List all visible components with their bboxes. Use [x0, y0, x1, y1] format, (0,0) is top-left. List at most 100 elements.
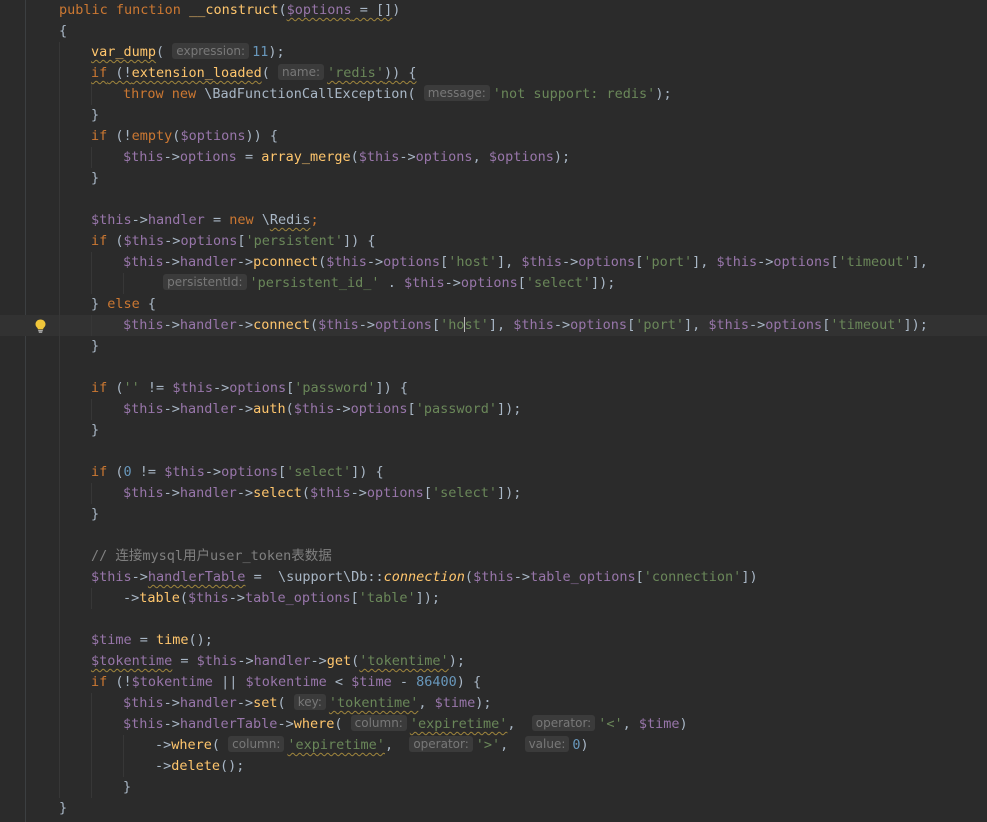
code-text: ->table($this->table_options['table']);	[123, 588, 440, 609]
code-token: ]);	[496, 485, 522, 501]
code-token: $this	[293, 401, 335, 417]
code-token: if	[91, 464, 116, 480]
code-line[interactable]: throw new \BadFunctionCallException( mes…	[0, 84, 987, 105]
code-token: )	[679, 716, 688, 732]
code-token: 'persistent_id_'	[249, 275, 380, 291]
code-token: $time	[351, 674, 392, 690]
code-token: ]) {	[351, 464, 384, 480]
code-token: 'port'	[635, 317, 684, 333]
code-token: pconnect	[253, 254, 319, 270]
code-line[interactable]: $this->options = array_merge($this->opti…	[0, 147, 987, 168]
code-token: (	[277, 695, 294, 711]
code-token: __construct	[189, 2, 279, 18]
code-line[interactable]: ->where( column:'expiretime', operator: '…	[0, 735, 987, 756]
code-line[interactable]: }	[0, 336, 987, 357]
code-text: }	[91, 105, 99, 126]
code-token: ->	[366, 254, 384, 270]
code-line[interactable]: var_dump( expression: 11);	[0, 42, 987, 63]
code-token: options	[229, 380, 287, 396]
indent-guide	[59, 399, 60, 420]
code-line[interactable]	[0, 189, 987, 210]
code-token: ,	[622, 716, 639, 732]
code-line[interactable]: $this->handlerTable->where( column:'expi…	[0, 714, 987, 735]
code-token: handler	[179, 317, 237, 333]
code-token: $this	[123, 149, 164, 165]
code-line[interactable]	[0, 441, 987, 462]
indent-guide	[59, 735, 60, 756]
code-line[interactable]: ->delete();	[0, 756, 987, 777]
code-token: options	[180, 233, 238, 249]
code-line[interactable]: {	[0, 21, 987, 42]
code-line[interactable]: }	[0, 777, 987, 798]
code-line[interactable]: $this->handlerTable = \support\Db::conne…	[0, 567, 987, 588]
code-line[interactable]: } else {	[0, 294, 987, 315]
code-text: ->where( column:'expiretime', operator: '…	[155, 735, 589, 756]
code-token: options	[383, 254, 441, 270]
code-line[interactable]: }	[0, 168, 987, 189]
code-token: if	[91, 233, 116, 249]
code-text: }	[91, 420, 99, 441]
code-line[interactable]	[0, 357, 987, 378]
code-token: function	[115, 2, 190, 18]
code-line[interactable]: persistentId:'persistent_id_' . $this->o…	[0, 273, 987, 294]
code-token: [	[635, 569, 644, 585]
code-line[interactable]: if (!extension_loaded( name:'redis')) {	[0, 63, 987, 84]
code-line[interactable]: }	[0, 504, 987, 525]
code-token: options	[460, 275, 518, 291]
code-line[interactable]: // 连接mysql用户user_token表数据	[0, 546, 987, 567]
code-line[interactable]: }	[0, 105, 987, 126]
indent-guide	[91, 147, 92, 168]
code-token: where	[293, 716, 335, 732]
code-token: (!	[115, 128, 132, 144]
code-token: $this	[473, 569, 514, 585]
code-line[interactable]: $this->handler->auth($this->options['pas…	[0, 399, 987, 420]
code-line[interactable]: ->table($this->table_options['table']);	[0, 588, 987, 609]
code-line[interactable]: if (0 != $this->options['select']) {	[0, 462, 987, 483]
code-token: =	[245, 569, 278, 585]
parameter-hint: persistentId:	[163, 274, 247, 290]
code-line[interactable]: $time = time();	[0, 630, 987, 651]
code-line[interactable]: }	[0, 798, 987, 819]
code-line[interactable]	[0, 609, 987, 630]
code-token: ],	[911, 254, 928, 270]
code-token: ->	[155, 758, 172, 774]
code-line[interactable]: if (!$tokentime || $tokentime < $time - …	[0, 672, 987, 693]
code-line[interactable]: if ('' != $this->options['password']) {	[0, 378, 987, 399]
code-line[interactable]: $tokentime = $this->handler->get('tokent…	[0, 651, 987, 672]
code-token: ->	[131, 212, 148, 228]
code-token: 'select'	[286, 464, 352, 480]
code-text: $this->handlerTable = \support\Db::conne…	[91, 567, 758, 588]
code-token: );	[448, 653, 465, 669]
code-token: [	[278, 464, 287, 480]
code-line[interactable]: }	[0, 420, 987, 441]
code-token: ->	[310, 653, 327, 669]
code-token: 'tokentime'	[359, 653, 449, 669]
code-token: ->	[123, 590, 140, 606]
code-token: handler	[253, 653, 311, 669]
code-line[interactable]: $this->handler->pconnect($this->options[…	[0, 252, 987, 273]
code-line[interactable]: $this->handler->select($this->options['s…	[0, 483, 987, 504]
code-token: 'expiretime'	[409, 716, 508, 732]
code-line[interactable]: $this->handler->set( key:'tokentime', $t…	[0, 693, 987, 714]
code-text: if (!$tokentime || $tokentime < $time - …	[91, 672, 481, 693]
code-token: handler	[179, 485, 237, 501]
indent-guide	[91, 84, 92, 105]
code-text: $this->handler->connect($this->options['…	[123, 315, 928, 336]
code-line[interactable]: if ($this->options['persistent']) {	[0, 231, 987, 252]
code-token: ]) {	[375, 380, 409, 396]
code-editor[interactable]: public function __construct($options = […	[0, 0, 987, 822]
code-token: options	[179, 149, 237, 165]
indent-guide	[59, 147, 60, 168]
code-token: ]);	[903, 317, 928, 333]
code-token: 'persistent'	[245, 233, 344, 249]
code-line[interactable]: $this->handler = new \Redis;	[0, 210, 987, 231]
code-line[interactable]: $this->handler->connect($this->options['…	[0, 315, 987, 336]
code-token: ],	[496, 254, 522, 270]
code-token: (	[278, 2, 287, 18]
code-line[interactable]: public function __construct($options = […	[0, 0, 987, 21]
lightbulb-icon[interactable]	[33, 318, 48, 333]
code-token: (!	[115, 674, 132, 690]
indent-guide	[91, 399, 92, 420]
code-line[interactable]	[0, 525, 987, 546]
code-line[interactable]: if (!empty($options)) {	[0, 126, 987, 147]
